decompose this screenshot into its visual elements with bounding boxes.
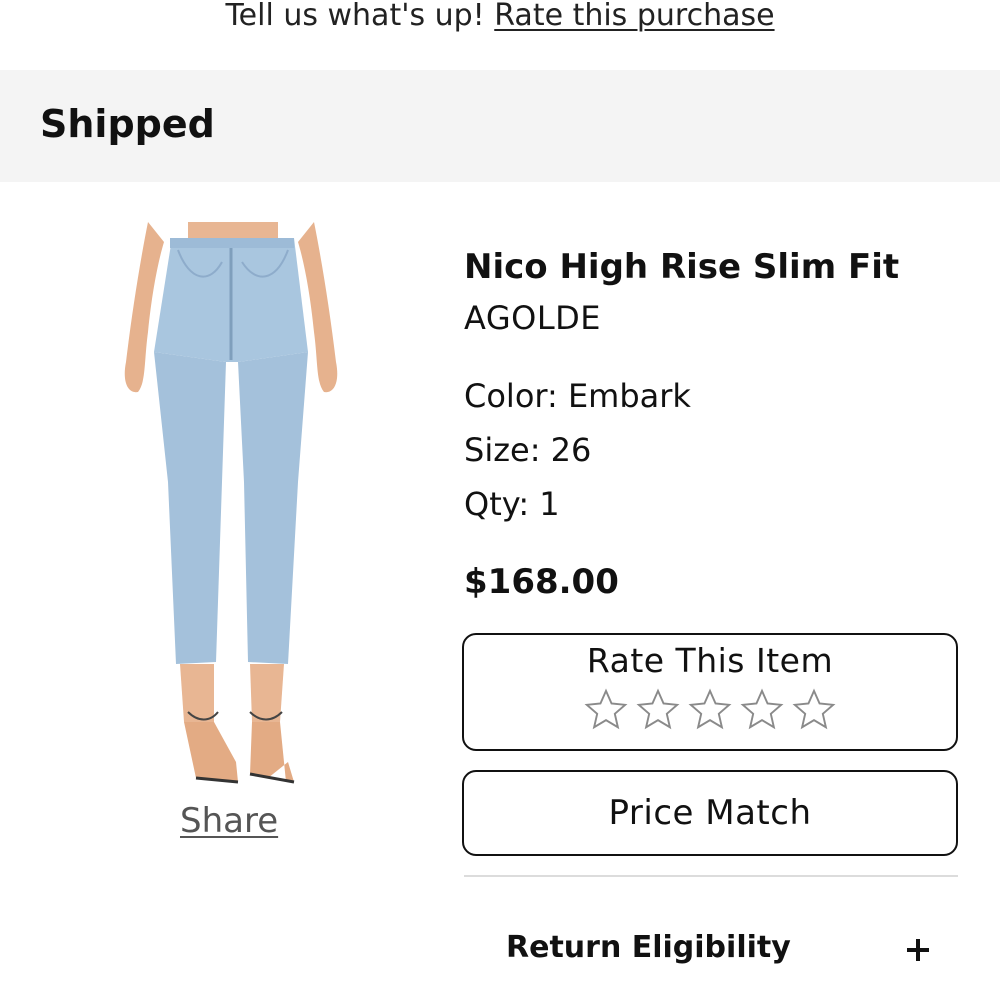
rate-purchase-link[interactable]: Rate this purchase [494,0,774,33]
star-icon-4[interactable] [739,687,785,733]
plus-icon[interactable] [906,938,930,962]
return-eligibility-label: Return Eligibility [506,930,791,965]
product-quantity: Qty: 1 [464,485,560,523]
product-price: $168.00 [464,562,619,602]
section-divider [464,875,958,877]
product-image[interactable] [118,222,344,798]
product-color: Color: Embark [464,377,691,415]
share-link[interactable]: Share [180,796,278,846]
order-status-title: Shipped [40,102,215,146]
product-size: Size: 26 [464,431,592,469]
rate-purchase-banner: Tell us what's up! Rate this purchase [0,0,1000,38]
order-status-bar: Shipped [0,70,1000,182]
star-icon-1[interactable] [583,687,629,733]
star-icon-3[interactable] [687,687,733,733]
rate-item-title: Rate This Item [586,641,834,680]
star-rating [464,687,956,733]
return-eligibility-toggle[interactable]: Return Eligibility [464,920,958,976]
product-name[interactable]: Nico High Rise Slim Fit [464,240,899,294]
star-icon-2[interactable] [635,687,681,733]
star-icon-5[interactable] [791,687,837,733]
price-match-button[interactable]: Price Match [462,770,958,856]
order-item-page: Tell us what's up! Rate this purchase Sh… [0,0,1000,1000]
banner-text: Tell us what's up! [225,0,485,33]
rate-item-box: Rate This Item [462,633,958,751]
brand-name: AGOLDE [464,299,601,337]
